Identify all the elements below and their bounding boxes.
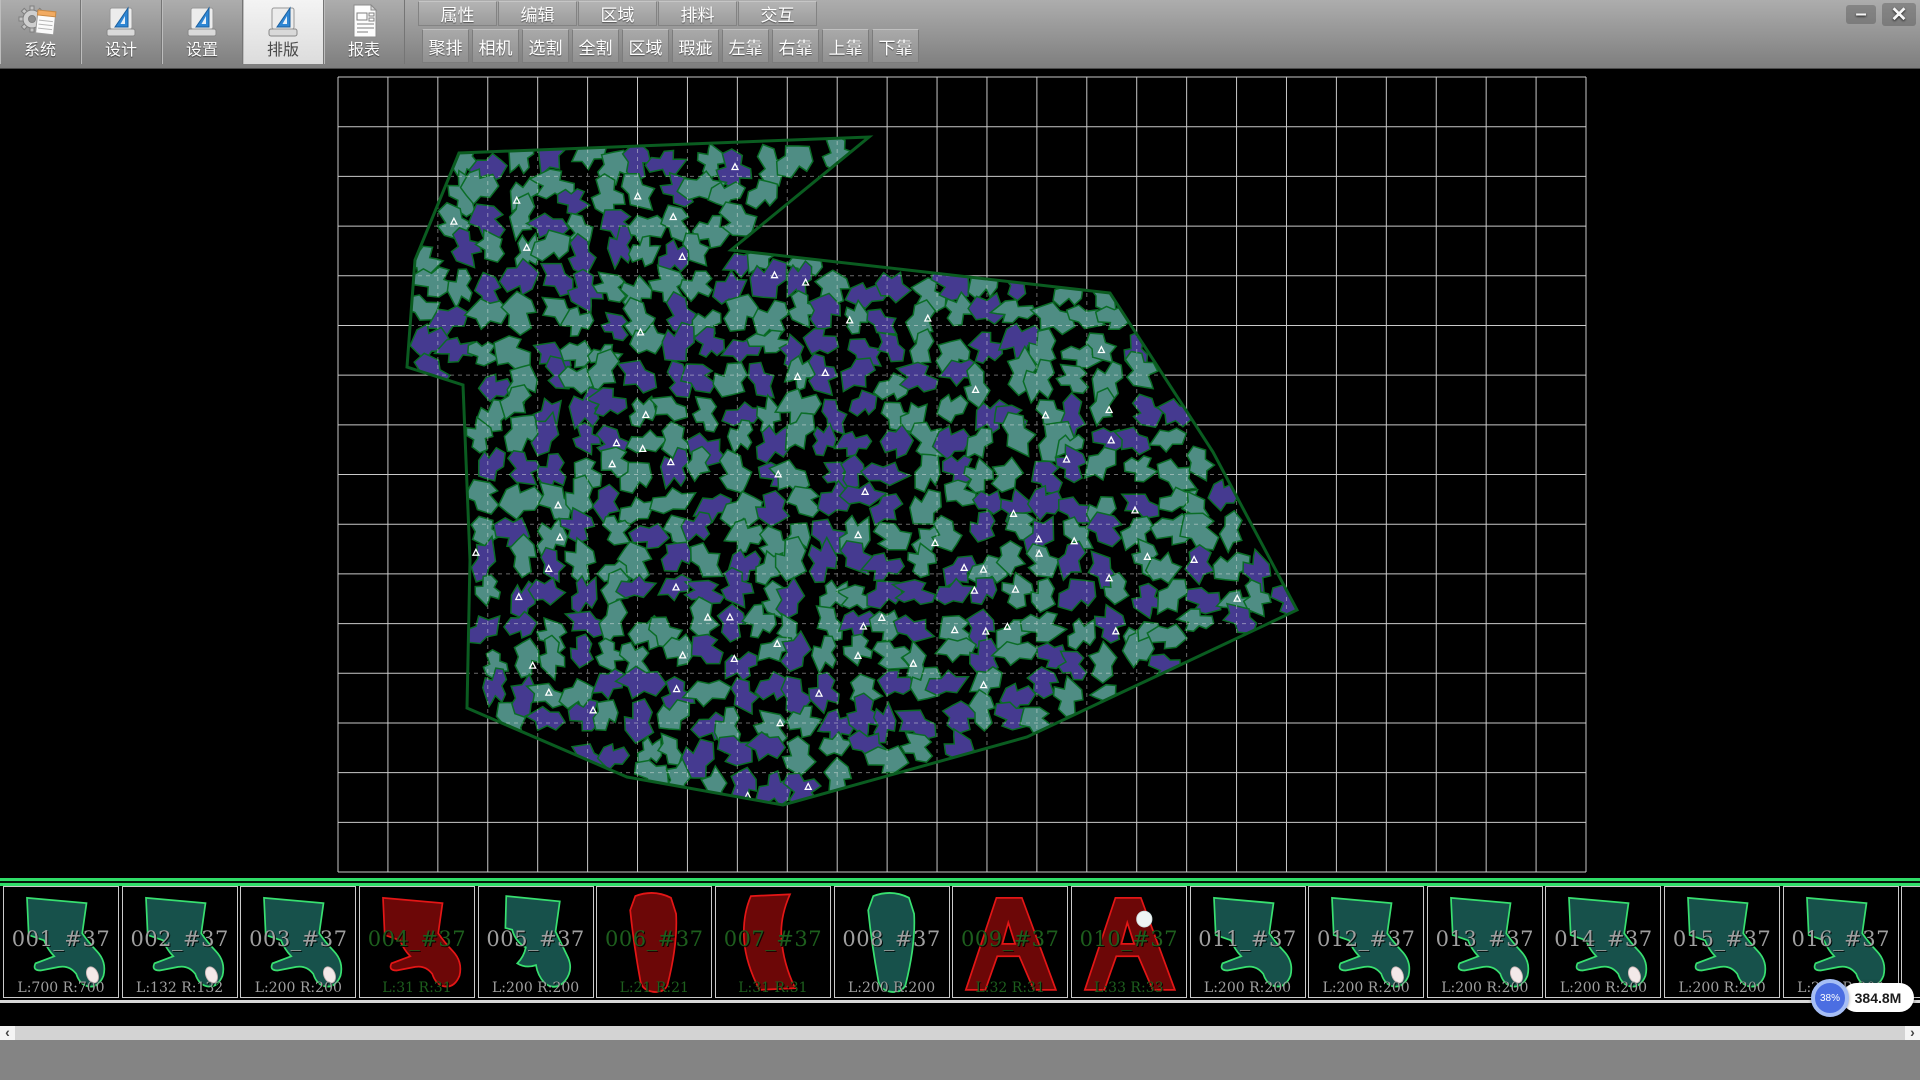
design-button[interactable]: 设计 [81, 0, 162, 64]
tab-region[interactable]: 区域 [578, 1, 657, 26]
filmstrip-tile[interactable]: 009_#37L:32 R:31 [952, 886, 1068, 998]
filmstrip-tile[interactable]: 002_#37L:132 R:132 [122, 886, 238, 998]
piece-thumbnail [1078, 889, 1180, 997]
piece-thumbnail [1790, 889, 1892, 997]
nesting-drawing [0, 68, 1920, 878]
filmstrip-tile[interactable]: 012_#37L:200 R:200 [1308, 886, 1424, 998]
filmstrip-tile[interactable]: 007_#37L:31 R:31 [715, 886, 831, 998]
piece-thumbnail [1315, 889, 1417, 997]
button-defect[interactable]: 瑕疵 [672, 29, 719, 63]
chevron-right-icon: › [1910, 1024, 1915, 1040]
filmstrip-tile[interactable]: 010_#37L:33 R:33 [1071, 886, 1187, 998]
piece-thumbnail [247, 889, 349, 997]
piece-thumbnail [841, 889, 943, 997]
nesting-canvas[interactable] [0, 68, 1920, 878]
filmstrip-tile[interactable]: 008_#37L:200 R:200 [834, 886, 950, 998]
piece-filmstrip[interactable]: 001_#37L:700 R:700002_#37L:132 R:132003_… [0, 886, 1920, 1000]
filmstrip-tile[interactable]: 004_#37L:31 R:31 [359, 886, 475, 998]
toolbar: 系统设计设置排版报表 属性编辑区域排料交互 聚排相机选割全割区域瑕疵左靠右靠上靠… [0, 0, 1920, 69]
button-camera[interactable]: 相机 [472, 29, 519, 63]
piece-thumbnail [1552, 889, 1654, 997]
report-button-label: 报表 [348, 41, 380, 61]
piece-thumbnail [603, 889, 705, 997]
system-button[interactable]: 系统 [0, 0, 81, 64]
piece-thumbnail [10, 889, 112, 997]
design-button-label: 设计 [105, 41, 137, 61]
horizontal-scrollbar[interactable]: ‹ › [0, 1026, 1920, 1040]
minimize-button[interactable]: – [1846, 5, 1876, 24]
memory-badge: 384.8M [1842, 983, 1914, 1012]
close-icon: ✕ [1891, 2, 1908, 27]
filmstrip-tile[interactable]: 006_#37L:21 R:21 [596, 886, 712, 998]
scroll-right-arrow[interactable]: › [1905, 1026, 1920, 1040]
button-snap-top[interactable]: 上靠 [822, 29, 869, 63]
tab-properties[interactable]: 属性 [418, 1, 497, 26]
piece-thumbnail [1908, 889, 1920, 997]
piece-thumbnail [366, 889, 468, 997]
minimize-icon: – [1855, 3, 1866, 26]
chevron-left-icon: ‹ [5, 1024, 10, 1040]
settings-button[interactable]: 设置 [162, 0, 243, 64]
filmstrip-tile[interactable]: 003_#37L:200 R:200 [240, 886, 356, 998]
piece-thumbnail [1197, 889, 1299, 997]
close-button[interactable]: ✕ [1882, 3, 1916, 26]
memory-value: 384.8M [1855, 990, 1902, 1006]
piece-thumbnail [1434, 889, 1536, 997]
tab-edit[interactable]: 编辑 [498, 1, 577, 26]
report-button[interactable]: 报表 [324, 0, 405, 64]
progress-value: 38% [1820, 993, 1840, 1004]
nesting-app-window: 系统设计设置排版报表 属性编辑区域排料交互 聚排相机选割全割区域瑕疵左靠右靠上靠… [0, 0, 1920, 1080]
button-snap-left[interactable]: 左靠 [722, 29, 769, 63]
filmstrip-tile[interactable]: 011_#37L:200 R:200 [1190, 886, 1306, 998]
filmstrip-tile[interactable]: 005_#37L:200 R:200 [478, 886, 594, 998]
progress-badge[interactable]: 38% [1811, 979, 1849, 1017]
tab-interact[interactable]: 交互 [738, 1, 817, 26]
system-icon [18, 1, 62, 41]
piece-thumbnail [129, 889, 231, 997]
layout-button[interactable]: 排版 [243, 0, 324, 64]
filmstrip-divider [0, 878, 1920, 886]
piece-thumbnail [485, 889, 587, 997]
layout-button-label: 排版 [267, 41, 299, 61]
status-bar [0, 1040, 1920, 1080]
settings-icon [180, 1, 224, 41]
piece-thumbnail [722, 889, 824, 997]
button-snap-bottom[interactable]: 下靠 [872, 29, 919, 63]
button-cut-all[interactable]: 全割 [572, 29, 619, 63]
filmstrip-tile[interactable]: 013_#37L:200 R:200 [1427, 886, 1543, 998]
button-select-cut[interactable]: 选割 [522, 29, 569, 63]
settings-button-label: 设置 [186, 41, 218, 61]
filmstrip-tile[interactable]: 014_#37L:200 R:200 [1545, 886, 1661, 998]
button-region[interactable]: 区域 [622, 29, 669, 63]
filmstrip-tile[interactable]: 015_#37L:200 R:200 [1664, 886, 1780, 998]
report-icon [342, 1, 386, 41]
layout-icon [261, 1, 305, 41]
button-snap-right[interactable]: 右靠 [772, 29, 819, 63]
design-icon [99, 1, 143, 41]
bottom-gap [0, 1003, 1920, 1026]
filmstrip-tile[interactable]: 016_#37L:200 R:200 [1783, 886, 1899, 998]
piece-thumbnail [1671, 889, 1773, 997]
filmstrip-tile[interactable]: 001_#37L:700 R:700 [3, 886, 119, 998]
piece-thumbnail [959, 889, 1061, 997]
filmstrip-tile[interactable] [1901, 886, 1920, 998]
system-button-label: 系统 [24, 41, 56, 61]
scroll-left-arrow[interactable]: ‹ [0, 1026, 15, 1040]
button-cluster-nest[interactable]: 聚排 [422, 29, 469, 63]
tab-nesting[interactable]: 排料 [658, 1, 737, 26]
